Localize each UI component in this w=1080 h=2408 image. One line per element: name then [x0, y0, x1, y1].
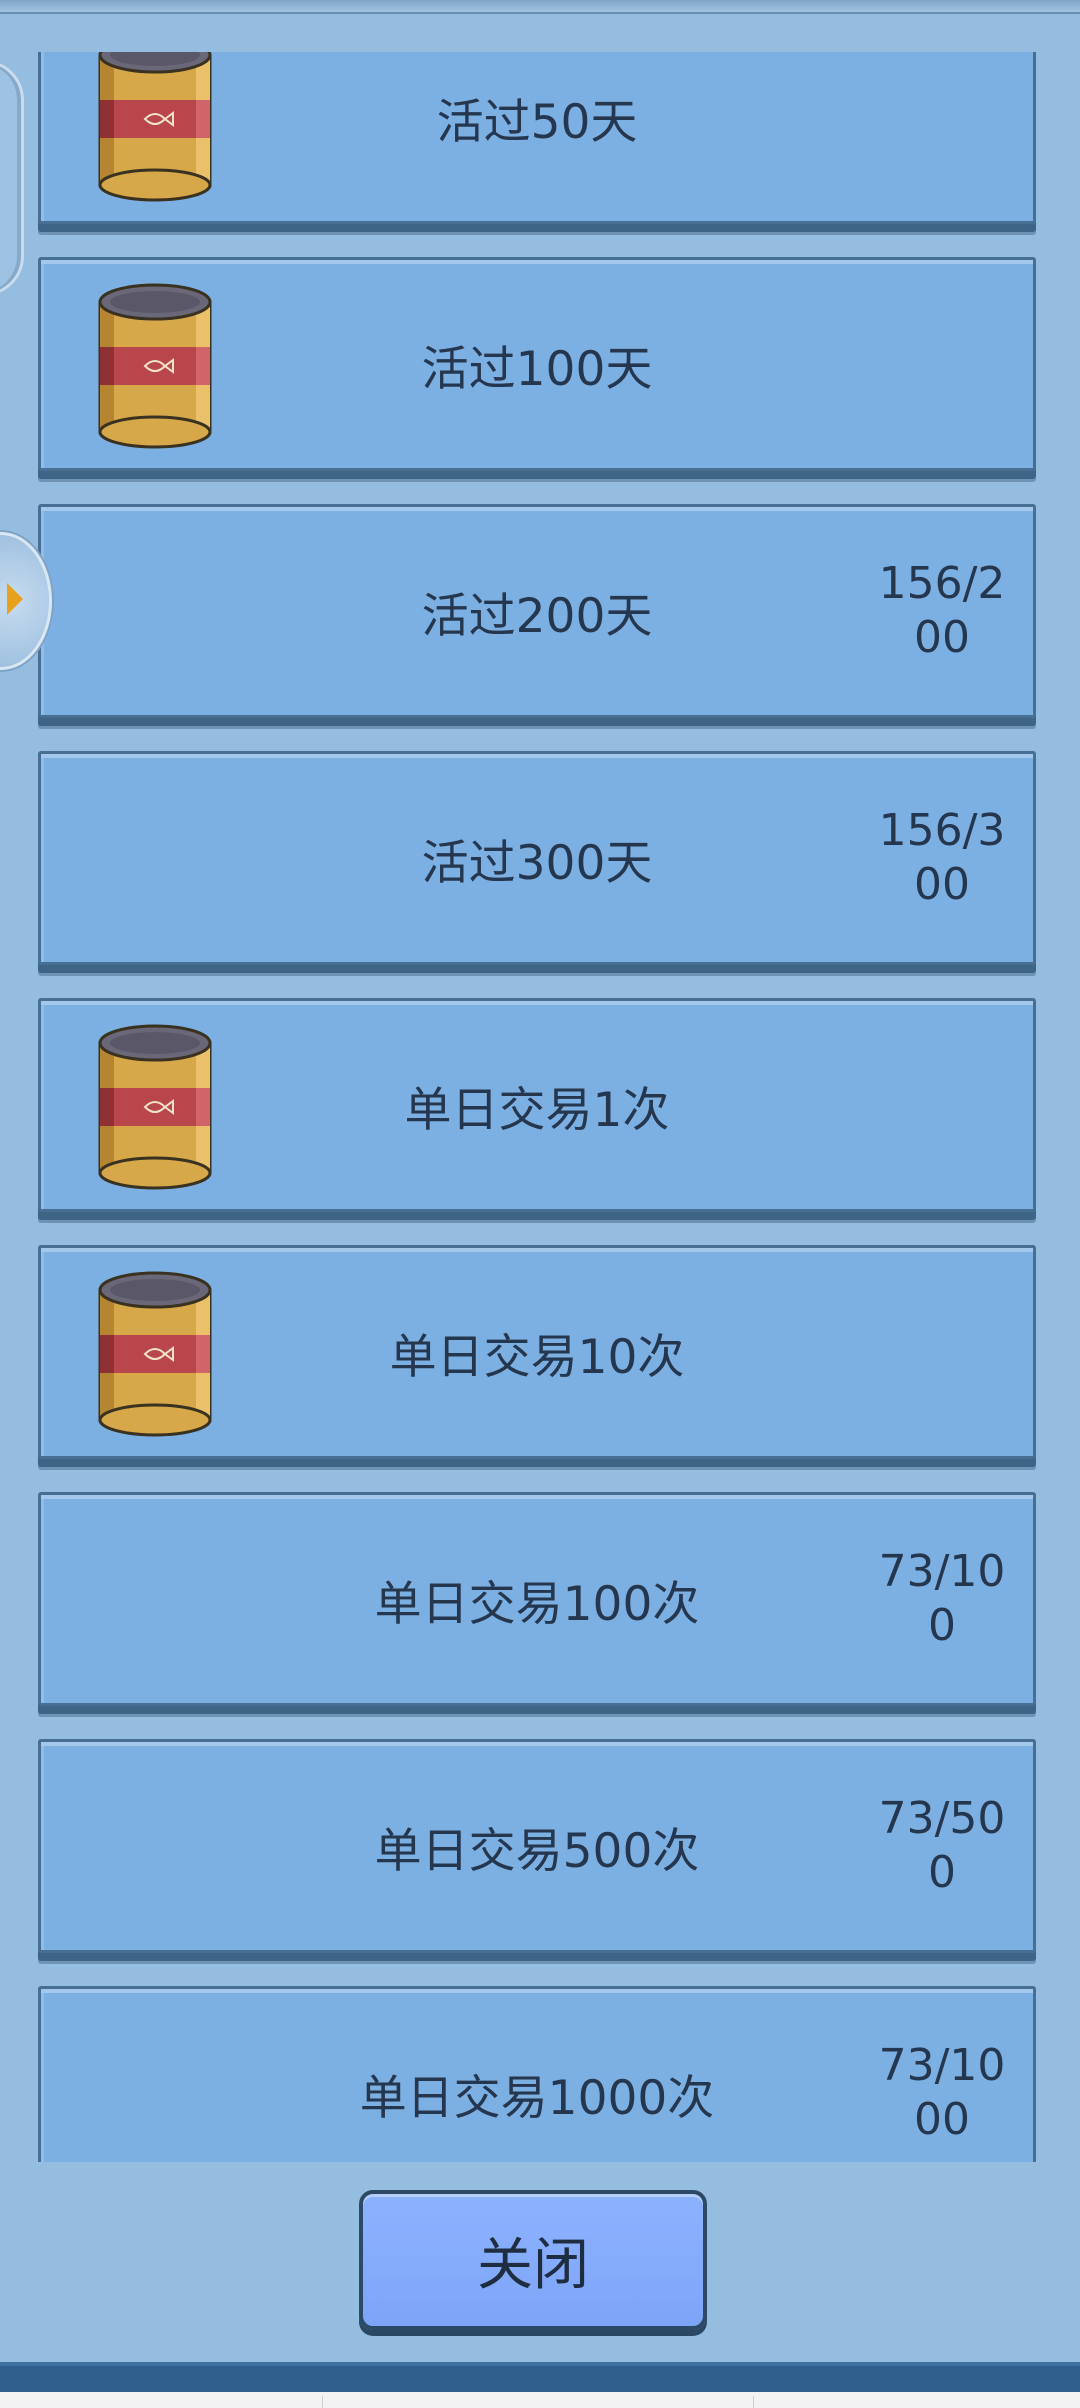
achievement-card[interactable]: 单日交易1次 — [38, 998, 1036, 1212]
footer-bar — [0, 2362, 1080, 2392]
achievement-progress: 73/1000 — [878, 2040, 1006, 2145]
nav-strip-segment — [322, 2396, 754, 2408]
close-button[interactable]: 关闭 — [359, 2190, 707, 2330]
top-strip — [0, 0, 1080, 14]
achievement-progress: 73/100 — [878, 1546, 1006, 1651]
chevron-right-icon — [7, 583, 23, 615]
achievement-card[interactable]: 单日交易1000次 73/1000 — [38, 1986, 1036, 2162]
achievement-card[interactable]: 活过200天 156/200 — [38, 504, 1036, 718]
achievement-card[interactable]: 单日交易100次 73/100 — [38, 1492, 1036, 1706]
achievement-card[interactable]: 单日交易500次 73/500 — [38, 1739, 1036, 1953]
achievement-progress: 156/200 — [878, 558, 1006, 663]
achievement-card[interactable]: 单日交易10次 — [38, 1245, 1036, 1459]
achievement-list[interactable]: 活过50天 活过100天 活过200天 156/200 活过300天 156/300 单… — [38, 52, 1042, 2162]
achievement-screen: 活过50天 活过100天 活过200天 156/200 活过300天 156/300 单… — [0, 0, 1080, 2408]
achievement-card[interactable]: 活过50天 — [38, 52, 1036, 224]
fish-can-icon — [97, 282, 213, 452]
fish-can-icon — [97, 52, 213, 205]
fish-can-icon — [97, 1270, 213, 1440]
achievement-progress: 156/300 — [878, 805, 1006, 910]
fish-can-icon — [97, 1023, 213, 1193]
achievement-card[interactable]: 活过100天 — [38, 257, 1036, 471]
system-nav-strip — [0, 2392, 1080, 2408]
achievement-card[interactable]: 活过300天 156/300 — [38, 751, 1036, 965]
achievement-progress: 73/500 — [878, 1793, 1006, 1898]
left-side-rail — [0, 60, 24, 296]
